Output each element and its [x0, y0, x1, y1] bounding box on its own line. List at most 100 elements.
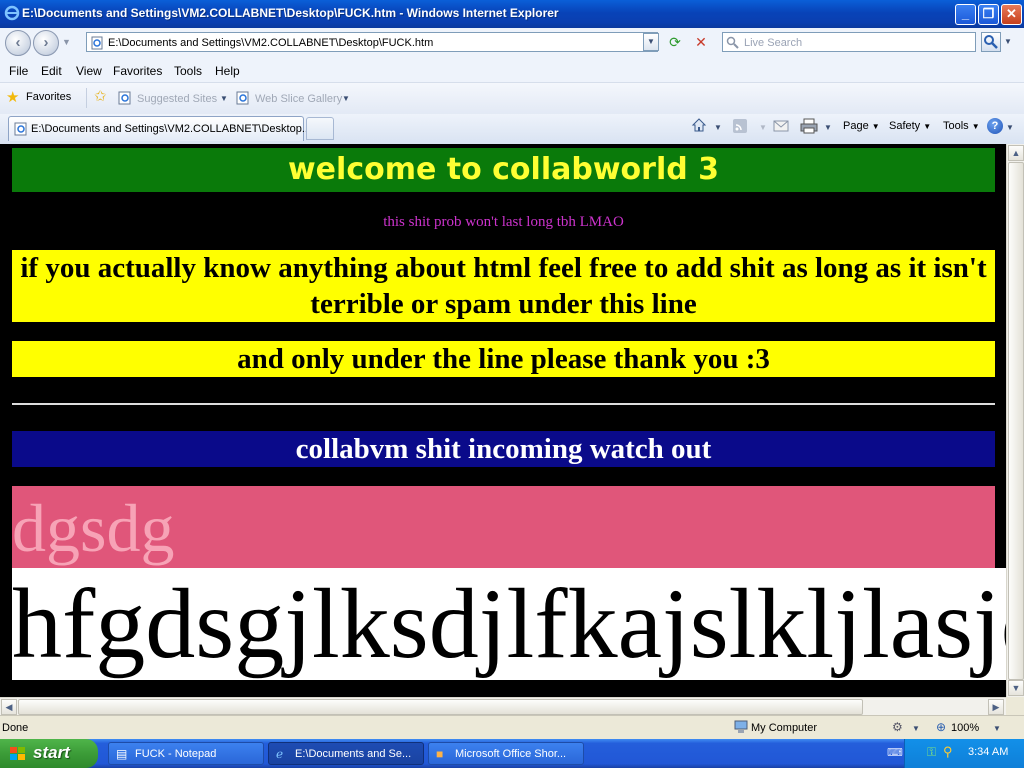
status-bar: Done My Computer ⚙ ▼ ⊕ 100% ▼	[0, 715, 1024, 740]
start-button[interactable]: start	[0, 739, 98, 768]
tools-menu[interactable]: Tools ▼	[943, 120, 980, 132]
search-icon	[984, 35, 998, 49]
pink-block-text: dgsdg	[12, 490, 175, 566]
my-computer-icon	[734, 720, 748, 733]
tab-current-page[interactable]: E:\Documents and Settings\VM2.COLLABNET\…	[8, 116, 311, 141]
read-mail-icon[interactable]	[773, 120, 789, 132]
horizontal-scroll-thumb[interactable]	[18, 699, 863, 715]
menu-edit[interactable]: Edit	[41, 64, 62, 78]
scroll-down-icon[interactable]: ▼	[1008, 680, 1024, 696]
favorites-label: Favorites	[26, 91, 72, 103]
title-bar[interactable]: E:\Documents and Settings\VM2.COLLABNET\…	[0, 0, 1024, 28]
collabvm-banner: collabvm shit incoming watch out	[12, 431, 995, 467]
web-slice-gallery-icon	[236, 91, 249, 105]
forward-button[interactable]: ›	[33, 30, 59, 56]
menu-favorites[interactable]: Favorites	[113, 64, 162, 78]
vertical-scrollbar[interactable]: ▲ ▼	[1006, 144, 1024, 697]
home-icon[interactable]	[691, 117, 707, 133]
tab-label: E:\Documents and Settings\VM2.COLLABNET\…	[31, 123, 312, 135]
suggested-sites-icon	[118, 91, 131, 105]
scroll-up-icon[interactable]: ▲	[1008, 145, 1024, 161]
task-office-label: Microsoft Office Shor...	[455, 748, 567, 760]
stop-icon[interactable]: ✕	[690, 32, 712, 52]
zoom-dropdown-icon[interactable]: ▼	[993, 724, 1001, 733]
home-dropdown-icon[interactable]: ▼	[714, 123, 722, 132]
print-icon[interactable]	[800, 118, 818, 134]
notepad-icon: ▤	[116, 747, 128, 761]
back-button[interactable]: ‹	[5, 30, 31, 56]
task-notepad[interactable]: ▤ FUCK - Notepad	[108, 742, 264, 765]
web-slice-dropdown-icon[interactable]: ▼	[342, 94, 350, 103]
print-dropdown-icon[interactable]: ▼	[824, 123, 832, 132]
keyboard-icon[interactable]: ⌨	[887, 746, 903, 759]
menu-help[interactable]: Help	[215, 64, 240, 78]
zoom-level[interactable]: 100%	[951, 722, 979, 734]
add-to-favorites-icon[interactable]: ✩	[94, 87, 107, 105]
address-url[interactable]: E:\Documents and Settings\VM2.COLLABNET\…	[108, 37, 433, 49]
page-menu-label: Page	[843, 120, 869, 132]
live-search-icon	[726, 36, 739, 49]
window-title: E:\Documents and Settings\VM2.COLLABNET\…	[22, 6, 559, 20]
notice-box-2: and only under the line please thank you…	[12, 341, 995, 377]
search-options-dropdown-icon[interactable]: ▼	[1004, 37, 1012, 46]
office-icon: ■	[436, 747, 444, 761]
minimize-button[interactable]: _	[955, 4, 976, 25]
new-tab-button[interactable]	[306, 117, 334, 140]
feeds-dropdown-icon[interactable]: ▼	[759, 123, 767, 132]
task-ie-icon: ℯ	[276, 747, 284, 761]
notice-1-text: if you actually know anything about html…	[20, 252, 987, 320]
task-office-shortcut[interactable]: ■ Microsoft Office Shor...	[428, 742, 584, 765]
welcome-heading: welcome to collabworld 3	[12, 148, 995, 192]
task-internet-explorer[interactable]: ℯ E:\Documents and Se...	[268, 742, 424, 765]
tab-page-icon	[14, 122, 27, 136]
maximize-button[interactable]: ❐	[978, 4, 999, 25]
notice-box-1: if you actually know anything about html…	[12, 250, 995, 322]
white-block: hfgdsgjlksdjlfkajslkljlasjdl	[12, 568, 1006, 680]
scroll-right-icon[interactable]: ▶	[988, 699, 1004, 715]
suggested-sites-link[interactable]: Suggested Sites	[137, 93, 217, 105]
search-tray-icon[interactable]: ⚲	[943, 744, 953, 760]
start-label: start	[33, 743, 70, 762]
help-dropdown-icon[interactable]: ▼	[1006, 123, 1014, 132]
safety-menu-label: Safety	[889, 120, 921, 132]
horizontal-rule	[12, 403, 995, 405]
clock: 3:34 AM	[968, 746, 1009, 758]
tools-menu-label: Tools	[943, 120, 969, 132]
task-ie-label: E:\Documents and Se...	[295, 748, 412, 760]
web-slice-gallery-link[interactable]: Web Slice Gallery	[255, 93, 342, 105]
status-text: Done	[2, 722, 29, 734]
scroll-left-icon[interactable]: ◀	[1, 699, 17, 715]
menu-file[interactable]: File	[9, 64, 28, 78]
large-text: hfgdsgjlksdjlfkajslkljlasjdl	[12, 568, 1006, 679]
page-menu[interactable]: Page ▼	[843, 120, 880, 132]
page-content: welcome to collabworld 3 this shit prob …	[0, 144, 1006, 697]
protected-mode-icon[interactable]: ⚙	[892, 720, 903, 734]
close-button[interactable]: ✕	[1001, 4, 1022, 25]
address-dropdown-icon[interactable]: ▼	[643, 33, 659, 51]
task-notepad-label: FUCK - Notepad	[135, 748, 217, 760]
page-icon	[91, 36, 103, 50]
search-placeholder: Live Search	[744, 37, 803, 49]
security-zone: My Computer	[751, 722, 818, 734]
search-button[interactable]	[981, 32, 1001, 52]
menu-view[interactable]: View	[76, 64, 102, 78]
suggested-sites-dropdown-icon[interactable]: ▼	[220, 94, 228, 103]
pink-block: dgsdg	[12, 486, 995, 568]
protected-mode-dropdown-icon[interactable]: ▼	[912, 724, 920, 733]
vertical-scroll-thumb[interactable]	[1008, 162, 1024, 680]
help-icon[interactable]: ?	[987, 118, 1003, 134]
system-tray: ⌨ ⚿ ⚲ 3:34 AM	[887, 739, 1024, 768]
feeds-icon[interactable]	[733, 119, 747, 133]
safety-menu[interactable]: Safety ▼	[889, 120, 931, 132]
ie-logo-icon	[4, 5, 20, 21]
recent-pages-dropdown-icon[interactable]: ▼	[62, 37, 71, 47]
refresh-icon[interactable]: ⟳	[664, 32, 686, 52]
horizontal-scrollbar[interactable]: ◀ ▶	[0, 697, 1006, 715]
windows-logo-icon	[10, 747, 25, 760]
menu-tools[interactable]: Tools	[174, 64, 202, 78]
favbar-divider	[86, 88, 87, 108]
network-icon[interactable]: ⚿	[927, 745, 936, 760]
zoom-icon[interactable]: ⊕	[936, 720, 946, 734]
favorites-star-icon: ★	[6, 89, 20, 106]
subtitle-text: this shit prob won't last long tbh LMAO	[383, 214, 624, 230]
